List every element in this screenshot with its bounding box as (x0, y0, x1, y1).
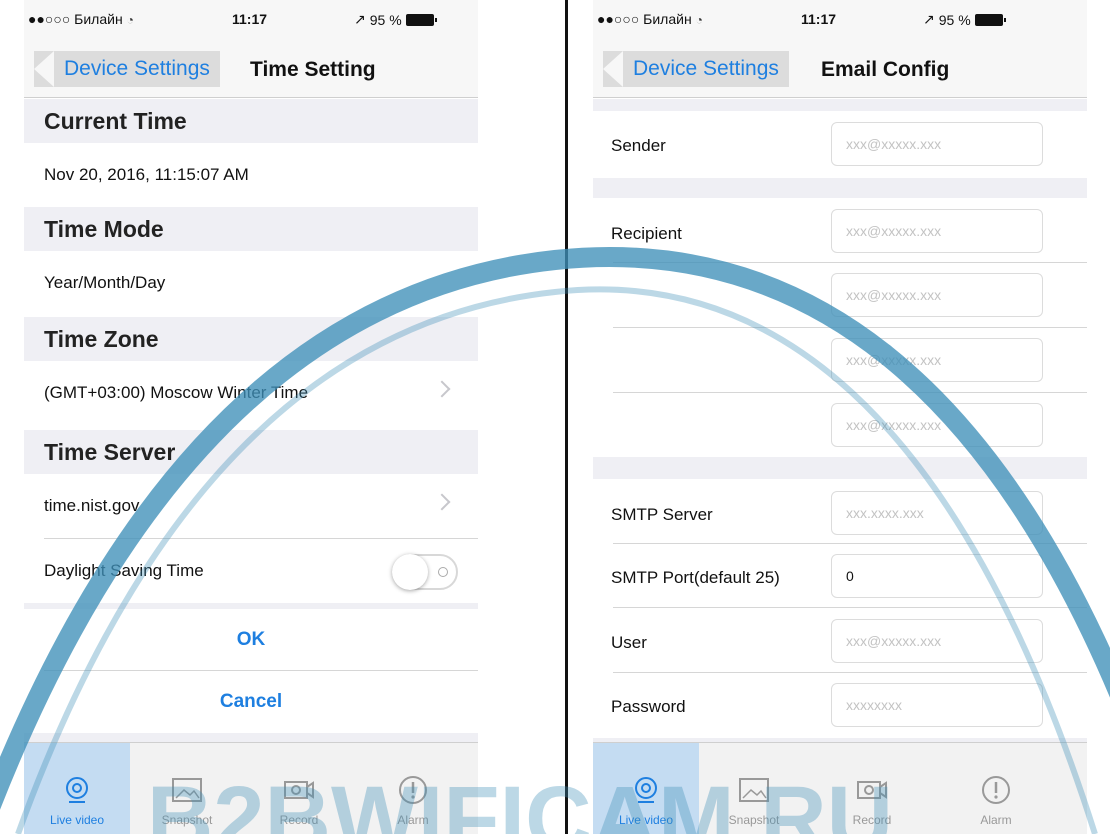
user-input[interactable] (831, 619, 1043, 663)
password-label: Password (611, 697, 686, 716)
current-time-header: Current Time (24, 99, 478, 143)
toggle-knob (392, 554, 428, 590)
ok-button[interactable]: OK (24, 609, 478, 671)
navigation-bar: Device Settings Time Setting (24, 40, 478, 98)
live-video-icon (629, 775, 663, 805)
tab-bar: Live video Snapshot Record Alarm (593, 742, 1087, 834)
alarm-icon (979, 775, 1013, 805)
back-button[interactable]: Device Settings (34, 51, 220, 87)
row-divider (613, 392, 1087, 393)
navigation-bar: Device Settings Email Config (593, 40, 1087, 98)
sender-label: Sender (611, 136, 666, 155)
tab-snapshot[interactable]: Snapshot (701, 743, 807, 834)
smtp-server-input[interactable] (831, 491, 1043, 535)
sender-input[interactable] (831, 122, 1043, 166)
user-label: User (611, 633, 647, 652)
smtp-port-label: SMTP Port(default 25) (611, 568, 780, 587)
tab-live-video[interactable]: Live video (593, 743, 699, 834)
row-divider (613, 543, 1087, 544)
battery-icon (405, 13, 437, 26)
tab-alarm[interactable]: Alarm (943, 743, 1049, 834)
password-input[interactable] (831, 683, 1043, 727)
wifi-icon: ◔ (126, 13, 134, 27)
time-server-header: Time Server (24, 430, 478, 474)
daylight-saving-toggle[interactable] (392, 554, 458, 590)
status-bar: ●●○○○ Билайн ◔ 11:17 ↗ 95 % (593, 0, 1087, 40)
page-title: Email Config (821, 58, 950, 81)
row-divider (613, 327, 1087, 328)
live-video-icon (60, 775, 94, 805)
screenshot-stage: ●●○○○ Билайн ◔ 11:17 ↗ 95 % Device Setti… (0, 0, 1110, 834)
wifi-icon: ◔ (695, 13, 703, 27)
battery-icon (974, 13, 1006, 26)
email-config-screen: ●●○○○ Билайн ◔ 11:17 ↗ 95 % Device Setti… (593, 0, 1087, 834)
status-bar: ●●○○○ Билайн ◔ 11:17 ↗ 95 % (24, 0, 478, 40)
battery-status: ↗ 95 % (923, 11, 1006, 28)
section-spacer (593, 99, 1087, 111)
recipient-input-2[interactable] (831, 273, 1043, 317)
record-icon (282, 775, 316, 805)
status-time: 11:17 (232, 11, 268, 27)
snapshot-icon (737, 775, 771, 805)
row-divider (613, 672, 1087, 673)
status-time: 11:17 (801, 11, 837, 27)
screen-divider (565, 0, 568, 834)
smtp-server-label: SMTP Server (611, 505, 713, 524)
section-spacer (24, 733, 478, 742)
carrier-label: ●●○○○ Билайн ◔ (28, 11, 134, 27)
tab-alarm[interactable]: Alarm (360, 743, 466, 834)
location-arrow-icon: ↗ (923, 11, 935, 27)
location-arrow-icon: ↗ (354, 11, 366, 27)
recipient-label: Recipient (611, 224, 682, 243)
chevron-right-icon (433, 380, 451, 398)
tab-bar: Live video Snapshot Record Alarm (24, 742, 478, 834)
tab-live-video[interactable]: Live video (24, 743, 130, 834)
time-mode-header: Time Mode (24, 207, 478, 251)
chevron-right-icon (433, 493, 451, 511)
tab-record[interactable]: Record (819, 743, 925, 834)
cancel-button[interactable]: Cancel (24, 671, 478, 733)
smtp-port-input[interactable] (831, 554, 1043, 598)
page-title: Time Setting (250, 58, 376, 81)
time-setting-screen: ●●○○○ Билайн ◔ 11:17 ↗ 95 % Device Setti… (24, 0, 478, 834)
battery-status: ↗ 95 % (354, 11, 437, 28)
row-divider (613, 262, 1087, 263)
time-zone-row[interactable]: (GMT+03:00) Moscow Winter Time (24, 361, 478, 425)
carrier-label: ●●○○○ Билайн ◔ (597, 11, 703, 27)
recipient-input-3[interactable] (831, 338, 1043, 382)
row-divider (613, 607, 1087, 608)
section-spacer (593, 457, 1087, 479)
current-time-value: Nov 20, 2016, 11:15:07 AM (24, 143, 478, 207)
time-mode-row[interactable]: Year/Month/Day (24, 251, 478, 315)
recipient-input-1[interactable] (831, 209, 1043, 253)
back-button[interactable]: Device Settings (603, 51, 789, 87)
time-zone-header: Time Zone (24, 317, 478, 361)
section-spacer (593, 178, 1087, 198)
snapshot-icon (170, 775, 204, 805)
daylight-saving-row: Daylight Saving Time (24, 539, 478, 603)
tab-record[interactable]: Record (246, 743, 352, 834)
alarm-icon (396, 775, 430, 805)
tab-snapshot[interactable]: Snapshot (134, 743, 240, 834)
recipient-input-4[interactable] (831, 403, 1043, 447)
record-icon (855, 775, 889, 805)
time-server-row[interactable]: time.nist.gov (24, 474, 478, 538)
toggle-off-indicator (438, 567, 448, 577)
